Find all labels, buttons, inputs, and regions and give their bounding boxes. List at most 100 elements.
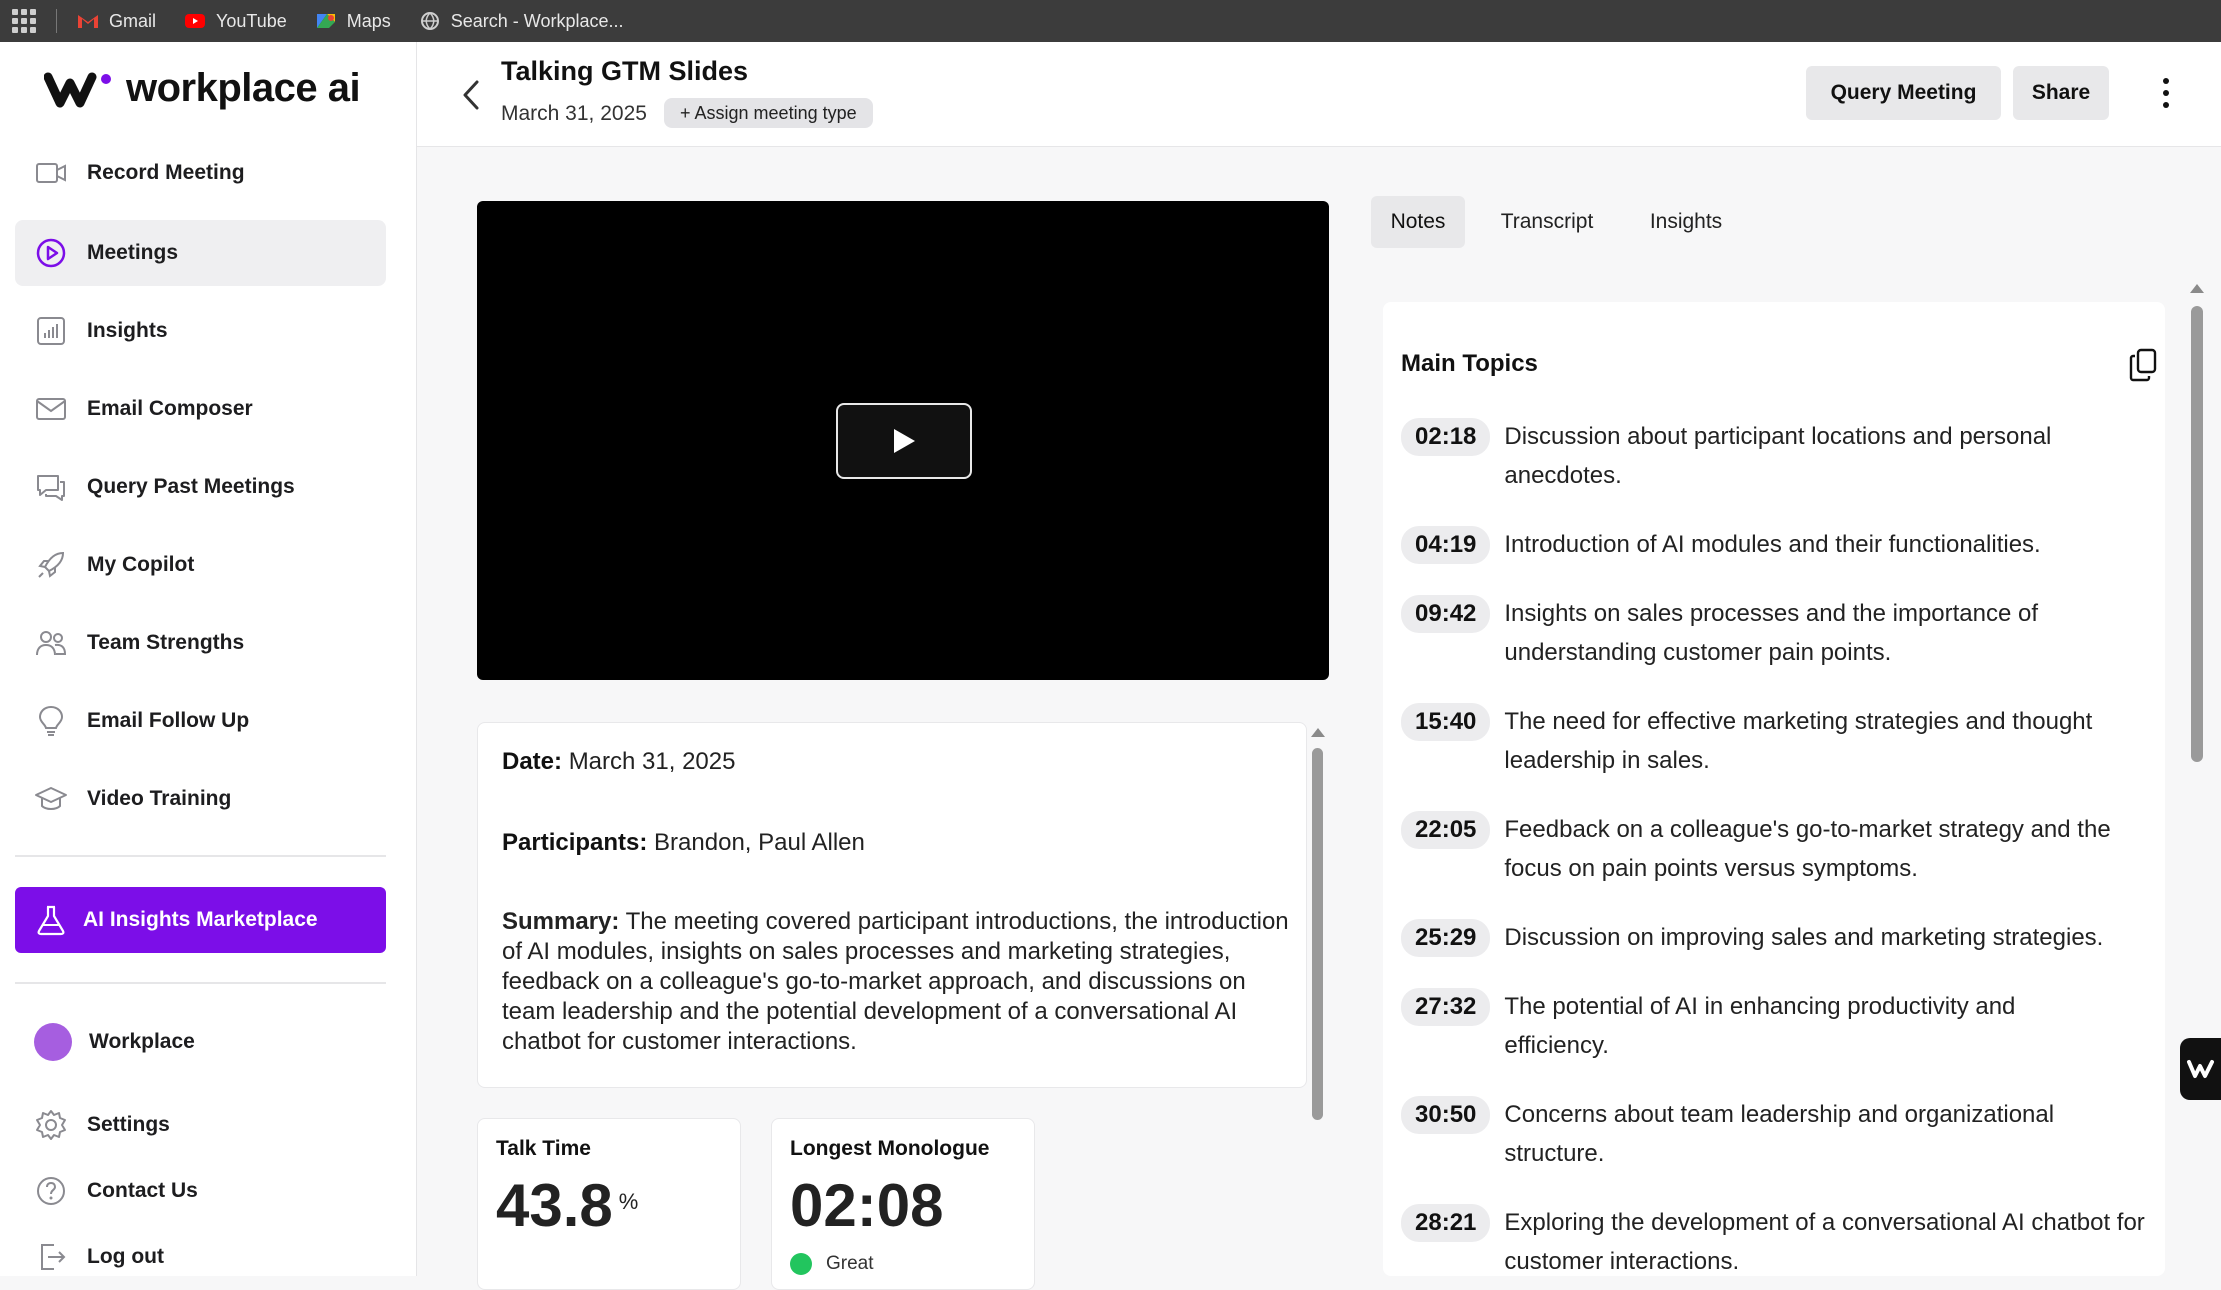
- topic-text: Introduction of AI modules and their fun…: [1504, 531, 2041, 558]
- sidebar-item-label: Email Composer: [87, 397, 253, 420]
- topic-timestamp[interactable]: 04:19: [1401, 526, 1491, 564]
- sidebar-item-video-training[interactable]: Video Training: [15, 766, 386, 832]
- more-options-icon[interactable]: [2151, 78, 2181, 108]
- main-topics-panel: Main Topics 02:18 Discussion about parti…: [1383, 302, 2165, 1276]
- copy-icon[interactable]: [2129, 348, 2157, 382]
- workspace-avatar: [34, 1023, 72, 1061]
- bookmark-maps[interactable]: Maps: [315, 11, 391, 32]
- sidebar-item-label: My Copilot: [87, 553, 195, 576]
- maps-icon: [316, 14, 335, 28]
- topic-timestamp[interactable]: 30:50: [1401, 1096, 1491, 1134]
- topic-timestamp[interactable]: 15:40: [1401, 703, 1491, 741]
- bookmark-label: Search - Workplace...: [450, 10, 624, 31]
- topic-item: 09:42 Insights on sales processes and th…: [1401, 595, 2124, 672]
- tab-notes[interactable]: Notes: [1371, 196, 1465, 248]
- summary-scrollbar[interactable]: [1311, 728, 1325, 1276]
- topic-text: Discussion on improving sales and market…: [1504, 924, 2104, 951]
- logout-icon: [33, 1239, 69, 1275]
- play-button[interactable]: [836, 403, 972, 479]
- video-player[interactable]: [477, 201, 1329, 680]
- workspace-label: Workplace: [89, 1030, 195, 1053]
- bookmark-label: Maps: [346, 10, 391, 31]
- help-circle-icon: [33, 1173, 69, 1209]
- brand-name: workplace ai: [126, 66, 361, 110]
- query-meeting-button[interactable]: Query Meeting: [1806, 66, 2001, 120]
- workplace-assistant-launcher[interactable]: [2180, 1038, 2221, 1100]
- sidebar-item-query-past-meetings[interactable]: Query Past Meetings: [15, 454, 386, 520]
- date-label: Date:: [502, 748, 563, 775]
- assign-meeting-type-button[interactable]: + Assign meeting type: [664, 98, 873, 128]
- main-topics-title: Main Topics: [1401, 350, 1538, 377]
- summary-value: The meeting covered participant introduc…: [502, 908, 1289, 1055]
- sidebar-item-log-out[interactable]: Log out: [15, 1224, 386, 1290]
- share-button[interactable]: Share: [2013, 66, 2109, 120]
- sidebar-item-label: Team Strengths: [87, 631, 245, 654]
- sidebar-item-email-composer[interactable]: Email Composer: [15, 376, 386, 442]
- scroll-up-arrow-icon[interactable]: [1311, 728, 1325, 737]
- sidebar-item-label: Email Follow Up: [87, 709, 250, 732]
- scrollbar-thumb[interactable]: [1312, 748, 1323, 1120]
- tab-insights[interactable]: Insights: [1630, 196, 1742, 248]
- topic-item: 15:40 The need for effective marketing s…: [1401, 703, 2154, 780]
- topics-scrollbar[interactable]: [2188, 282, 2206, 1276]
- sidebar-item-label: Insights: [87, 319, 168, 342]
- workspace-switcher[interactable]: Workplace: [15, 1009, 386, 1075]
- date-row: Date: March 31, 2025: [502, 747, 735, 777]
- topic-timestamp[interactable]: 02:18: [1401, 418, 1491, 456]
- sidebar-item-team-strengths[interactable]: Team Strengths: [15, 610, 386, 676]
- video-camera-icon: [33, 155, 69, 191]
- browser-bookmarks-bar: Gmail YouTube Maps Search - Workplace...: [0, 0, 2221, 42]
- bookmark-search-workplace[interactable]: Search - Workplace...: [419, 11, 624, 32]
- sidebar-item-label: Query Past Meetings: [87, 475, 295, 498]
- play-icon: [894, 429, 915, 453]
- page-title: Talking GTM Slides: [501, 56, 749, 86]
- participants-value: Brandon, Paul Allen: [654, 829, 865, 856]
- globe-icon: [420, 12, 439, 30]
- longest-monologue-label: Longest Monologue: [790, 1137, 990, 1160]
- participants-label: Participants:: [502, 829, 648, 856]
- topic-timestamp[interactable]: 09:42: [1401, 595, 1491, 633]
- talk-time-card: Talk Time 43.8%: [477, 1118, 741, 1290]
- scrollbar-thumb[interactable]: [2191, 306, 2203, 762]
- topic-timestamp[interactable]: 27:32: [1401, 988, 1491, 1026]
- topic-item: 22:05 Feedback on a colleague's go-to-ma…: [1401, 811, 2144, 888]
- sidebar-item-email-follow-up[interactable]: Email Follow Up: [15, 688, 386, 754]
- topic-item: 02:18 Discussion about participant locat…: [1401, 418, 2144, 495]
- ai-insights-marketplace-button[interactable]: AI Insights Marketplace: [15, 887, 386, 953]
- participants-row: Participants: Brandon, Paul Allen: [502, 828, 865, 858]
- topic-item: 30:50 Concerns about team leadership and…: [1401, 1096, 2124, 1173]
- sidebar-item-settings[interactable]: Settings: [15, 1092, 386, 1158]
- topic-item: 04:19 Introduction of AI modules and the…: [1401, 526, 2165, 564]
- sidebar-item-contact-us[interactable]: Contact Us: [15, 1158, 386, 1224]
- meeting-date: March 31, 2025: [501, 102, 647, 125]
- graduation-cap-icon: [33, 781, 69, 817]
- marketplace-label: AI Insights Marketplace: [83, 908, 318, 931]
- gmail-icon: [78, 15, 98, 28]
- rating-status-dot: [790, 1253, 812, 1275]
- back-arrow-icon[interactable]: [459, 78, 483, 112]
- sidebar-item-insights[interactable]: Insights: [15, 298, 386, 364]
- scroll-up-arrow-icon[interactable]: [2190, 284, 2204, 293]
- sidebar-item-label: Contact Us: [87, 1179, 198, 1202]
- meeting-summary-card: Date: March 31, 2025 Participants: Brand…: [477, 722, 1307, 1088]
- bookmark-youtube[interactable]: YouTube: [184, 11, 287, 32]
- brand-logo[interactable]: workplace ai: [44, 66, 361, 111]
- sidebar-item-my-copilot[interactable]: My Copilot: [15, 532, 386, 598]
- monologue-rating: Great: [790, 1253, 874, 1275]
- topic-timestamp[interactable]: 25:29: [1401, 919, 1491, 957]
- sidebar-divider: [15, 855, 386, 857]
- topic-timestamp[interactable]: 22:05: [1401, 811, 1491, 849]
- topic-text: Discussion about participant locations a…: [1504, 423, 2052, 489]
- sidebar-item-record-meeting[interactable]: Record Meeting: [15, 140, 386, 206]
- topic-text: Concerns about team leadership and organ…: [1504, 1101, 2055, 1167]
- sidebar-item-meetings[interactable]: Meetings: [15, 220, 386, 286]
- apps-grid-icon[interactable]: [12, 9, 36, 33]
- tab-transcript[interactable]: Transcript: [1480, 196, 1614, 248]
- bookmark-gmail[interactable]: Gmail: [77, 11, 156, 32]
- workplace-logo-icon: [44, 72, 111, 107]
- topic-item: 27:32 The potential of AI in enhancing p…: [1401, 988, 2104, 1065]
- bookmark-label: YouTube: [216, 10, 287, 31]
- topic-text: Insights on sales processes and the impo…: [1504, 600, 2039, 666]
- topic-text: The need for effective marketing strateg…: [1504, 708, 2093, 774]
- topic-timestamp[interactable]: 28:21: [1401, 1204, 1491, 1242]
